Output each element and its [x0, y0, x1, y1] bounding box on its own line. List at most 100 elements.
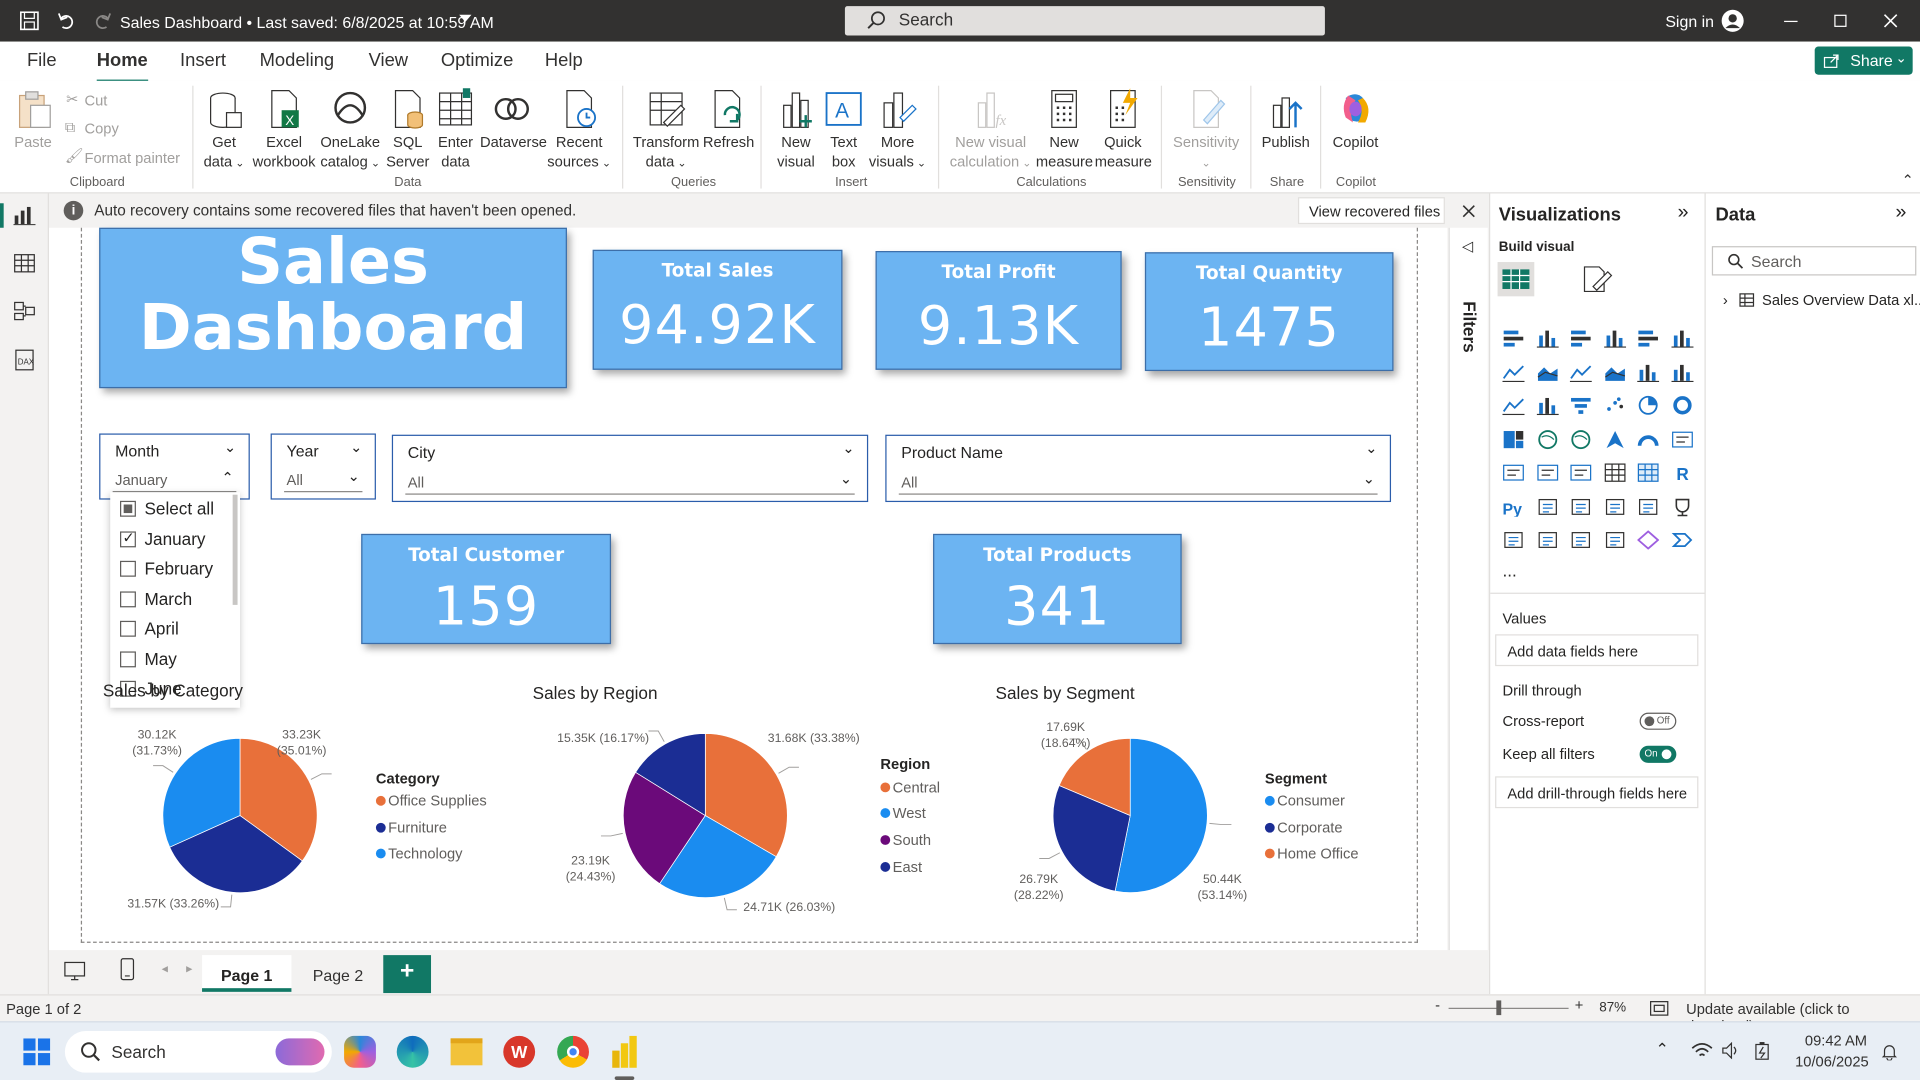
option-january[interactable]: ✓ January	[120, 529, 205, 549]
kpi-total-profit[interactable]: Total Profit 9.13K	[875, 251, 1122, 370]
tab-view[interactable]: View	[369, 50, 408, 71]
pie-chart-icon[interactable]	[1637, 395, 1659, 416]
dax-query-view-icon[interactable]: DAX	[13, 349, 35, 371]
line-chart-icon[interactable]	[1502, 362, 1525, 382]
chevron-down-icon[interactable]: ⌄	[840, 470, 852, 487]
ribbon-chart-icon[interactable]	[1637, 362, 1660, 382]
azure-map-icon[interactable]	[1603, 429, 1625, 449]
tab-home[interactable]: Home	[96, 50, 148, 84]
legend-item[interactable]: Home Office	[1264, 845, 1359, 862]
legend-item[interactable]: Consumer	[1264, 792, 1345, 809]
sensitivity-button[interactable]: Sensitivity ⌄	[1168, 88, 1244, 172]
chevron-up-icon[interactable]: ⌃	[222, 469, 234, 486]
share-button[interactable]: Share ⌄	[1814, 46, 1913, 75]
minimize-icon[interactable]	[1784, 20, 1798, 23]
option-april[interactable]: April	[120, 618, 179, 638]
wps-office-icon[interactable]: W	[503, 1035, 536, 1068]
chrome-browser-icon[interactable]	[557, 1035, 589, 1068]
100-bar-icon[interactable]	[1637, 328, 1659, 348]
stacked-area-icon[interactable]	[1569, 362, 1592, 382]
kpi-total-products[interactable]: Total Products 341	[933, 533, 1182, 645]
clock-time[interactable]: 09:42 AM	[1805, 1032, 1867, 1049]
close-window-icon[interactable]	[1883, 13, 1898, 28]
redo-icon[interactable]	[93, 11, 113, 31]
chevron-down-icon[interactable]: ⌄	[348, 468, 360, 485]
year-slicer[interactable]: Year ⌄ All ⌄	[270, 433, 376, 500]
excel-workbook-button[interactable]: X Excel workbook	[252, 88, 316, 171]
legend-item[interactable]: East	[880, 858, 922, 876]
search-box[interactable]: Search	[844, 6, 1325, 36]
waterfall-chart-icon[interactable]	[1670, 362, 1693, 382]
report-view-icon[interactable]	[13, 206, 36, 226]
refresh-button[interactable]: Refresh	[703, 88, 754, 152]
mobile-layout-icon[interactable]	[120, 958, 135, 982]
area-chart-icon[interactable]	[1536, 362, 1558, 382]
power-automate-icon[interactable]	[1570, 530, 1592, 550]
new-measure-button[interactable]: New measure	[1036, 88, 1093, 171]
slicer-icon[interactable]	[1570, 463, 1592, 483]
power-bi-icon[interactable]	[612, 1035, 639, 1068]
paginated-report-icon[interactable]	[1502, 530, 1524, 550]
values-drop-well[interactable]: Add data fields here	[1495, 634, 1699, 667]
product-name-slicer[interactable]: Product Name ⌄ All ⌄	[885, 434, 1392, 503]
tab-insert[interactable]: Insert	[180, 50, 226, 71]
decomposition-tree-icon[interactable]	[1570, 497, 1592, 517]
file-explorer-icon[interactable]	[450, 1038, 483, 1066]
windows-start-icon[interactable]	[23, 1038, 51, 1066]
chevron-down-icon[interactable]: ⌄	[224, 438, 236, 455]
taskbar-search[interactable]: Search	[64, 1031, 332, 1073]
metrics-icon[interactable]	[1603, 530, 1625, 550]
line-column-icon[interactable]	[1603, 362, 1625, 382]
filters-pane-collapsed[interactable]: ◁ Filters	[1448, 227, 1488, 951]
more-visuals-button[interactable]: More visuals ⌄	[867, 88, 928, 172]
option-march[interactable]: March	[120, 589, 192, 609]
get-data-button[interactable]: Get data ⌄	[200, 88, 249, 172]
prev-page-icon[interactable]: ◂	[162, 962, 168, 975]
chevron-visual-icon[interactable]	[1671, 530, 1693, 550]
zoom-out-icon[interactable]: -	[1435, 997, 1440, 1014]
zoom-level[interactable]: 87%	[1599, 1000, 1626, 1015]
page-tab-1[interactable]: Page 1	[202, 955, 292, 992]
copilot-app-icon[interactable]	[344, 1035, 376, 1068]
new-visual-calculation-button[interactable]: fx New visual calculation ⌄	[948, 88, 1034, 172]
format-visual-icon[interactable]	[1581, 264, 1613, 293]
dataverse-button[interactable]: Dataverse	[480, 88, 547, 152]
view-recovered-files-button[interactable]: View recovered files	[1297, 197, 1445, 225]
table-icon[interactable]	[1603, 463, 1625, 483]
legend-item[interactable]: Technology	[375, 845, 463, 862]
diamond-visual-icon[interactable]	[1637, 530, 1660, 550]
copilot-button[interactable]: Copilot	[1327, 88, 1383, 152]
drill-through-drop-well[interactable]: Add drill-through fields here	[1495, 776, 1699, 809]
tab-file[interactable]: File	[27, 50, 57, 71]
line-area-icon[interactable]	[1502, 396, 1525, 416]
dropdown-scrollbar[interactable]	[232, 494, 238, 605]
stacked-column-icon[interactable]	[1536, 328, 1559, 348]
expand-filters-icon[interactable]: ◁	[1462, 238, 1473, 255]
more-visuals-ellipsis[interactable]: ...	[1502, 561, 1516, 581]
qa-icon[interactable]	[1603, 497, 1625, 517]
filled-map-icon[interactable]	[1570, 429, 1592, 449]
goals-icon[interactable]	[1671, 497, 1693, 517]
matrix-icon[interactable]	[1637, 463, 1659, 483]
notification-bell-icon[interactable]	[1881, 1043, 1898, 1061]
legend-item[interactable]: Office Supplies	[375, 792, 487, 809]
battery-icon[interactable]	[1752, 1041, 1772, 1061]
next-page-icon[interactable]: ▸	[186, 962, 192, 975]
kpi-total-sales[interactable]: Total Sales 94.92K	[592, 249, 843, 370]
map-icon[interactable]	[1536, 429, 1558, 449]
tab-optimize[interactable]: Optimize	[441, 50, 513, 71]
clustered-column-icon[interactable]	[1603, 328, 1626, 348]
fit-to-page-icon[interactable]	[1649, 1000, 1669, 1016]
add-page-button[interactable]: +	[383, 955, 432, 994]
treemap-icon[interactable]	[1502, 429, 1524, 449]
show-hidden-icons[interactable]: ⌃	[1656, 1040, 1669, 1060]
build-visual-tab[interactable]	[1497, 262, 1535, 297]
month-slicer[interactable]: Month ⌄ January ⌃	[99, 433, 250, 500]
publish-button[interactable]: Publish	[1259, 88, 1313, 152]
maximize-icon[interactable]	[1834, 14, 1847, 27]
zoom-slider-track[interactable]	[1448, 1007, 1569, 1009]
zoom-slider-thumb[interactable]	[1496, 1000, 1502, 1016]
scatter-chart-icon[interactable]	[1603, 396, 1625, 416]
clock-date[interactable]: 10/06/2025	[1795, 1053, 1869, 1070]
data-table-item[interactable]: Sales Overview Data xl...	[1762, 291, 1920, 308]
